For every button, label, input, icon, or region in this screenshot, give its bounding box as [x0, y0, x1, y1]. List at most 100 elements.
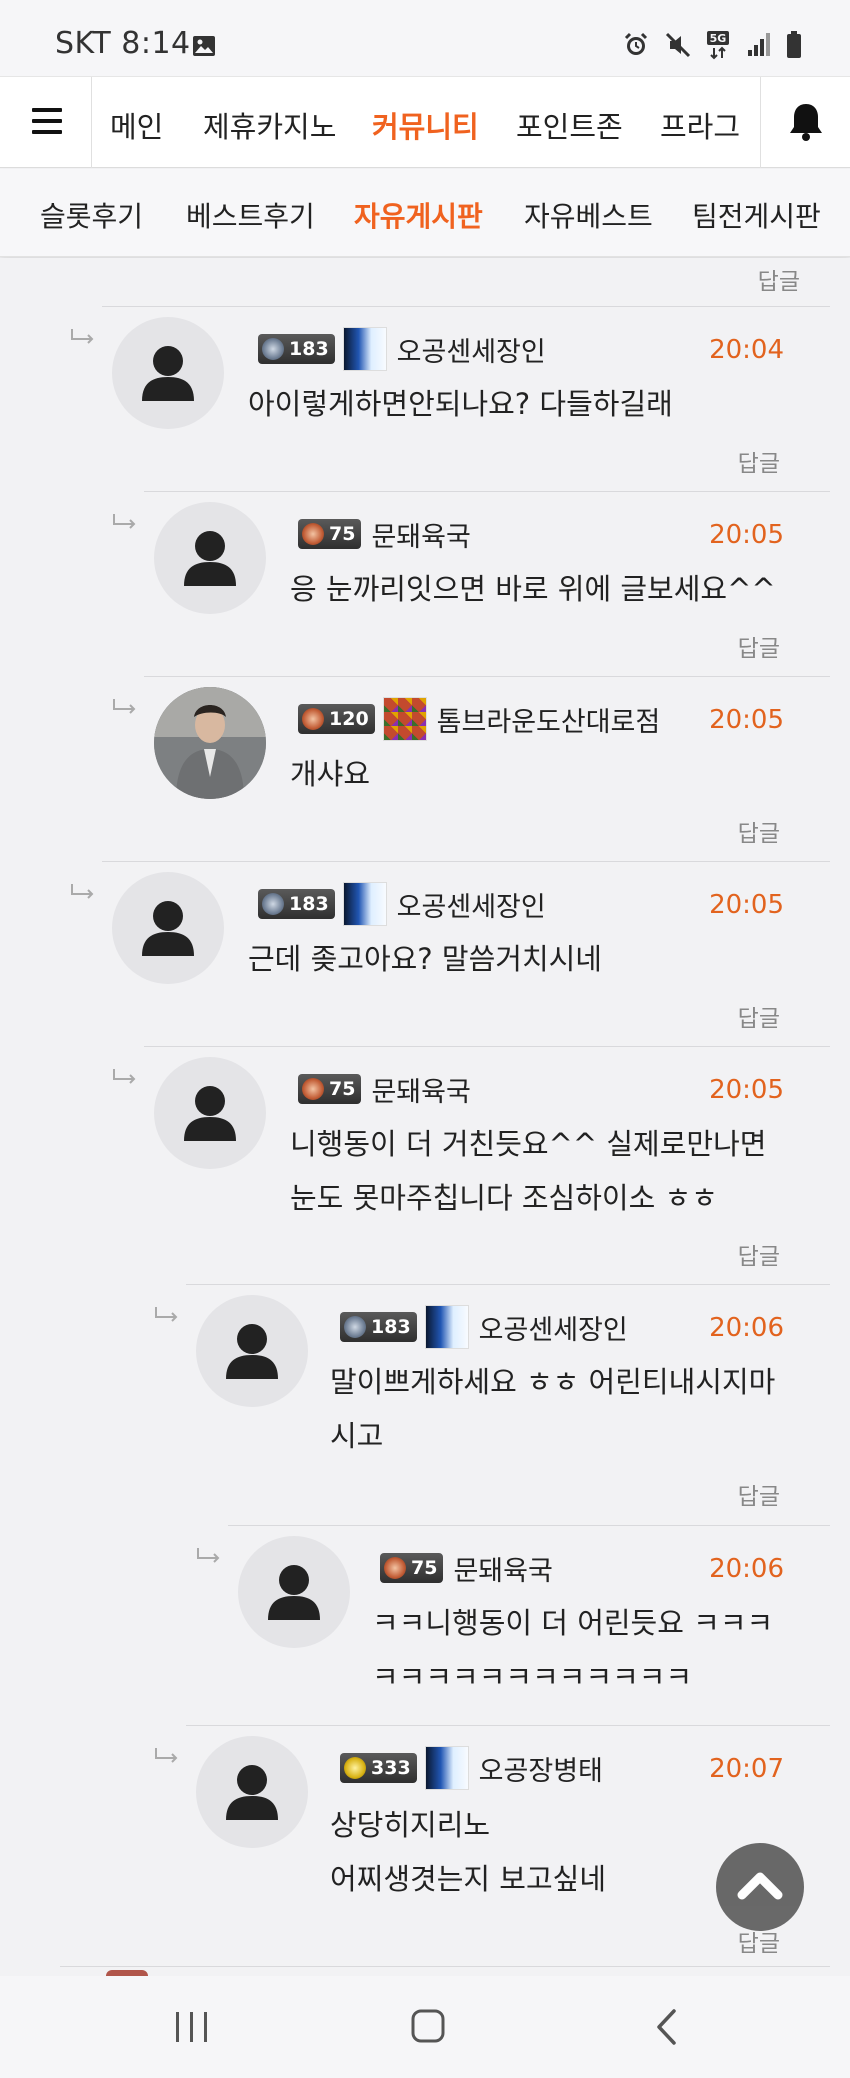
- hamburger-menu-button[interactable]: [0, 77, 92, 168]
- comment-text: 개샤요: [290, 757, 371, 791]
- comment-text: 말이쁘게하세요 ㅎㅎ 어린티내시지마 시고: [330, 1365, 776, 1453]
- rank-icon: [342, 882, 387, 926]
- nav-item-praag[interactable]: 프라그: [660, 104, 740, 146]
- comment-time: 20:05: [709, 1075, 784, 1105]
- comment-header: 183 오공센세장인: [340, 1305, 628, 1349]
- comment-header: 120 톰브라운도산대로점: [298, 697, 661, 741]
- comment-item: 75 문돼육국 20:06 ㅋㅋ니행동이 더 어린듯요 ㅋㅋㅋ ㅋㅋㅋㅋㅋㅋㅋㅋ…: [197, 1525, 830, 1725]
- nickname[interactable]: 톰브라운도산대로점: [437, 700, 661, 739]
- reply-arrow-icon: [113, 514, 136, 529]
- avatar: [238, 1536, 350, 1648]
- level-badge: 183: [258, 889, 335, 919]
- comment-item: 183 오공센세장인 20:06 말이쁘게하세요 ㅎㅎ 어린티내시지마 시고 답…: [155, 1284, 830, 1525]
- nickname[interactable]: 오공센세장인: [479, 1308, 628, 1347]
- reply-button[interactable]: 답글: [738, 1237, 780, 1271]
- avatar: [196, 1295, 308, 1407]
- level-badge: 75: [298, 1074, 362, 1104]
- nickname[interactable]: 문돼육국: [371, 515, 470, 554]
- tab-free-best[interactable]: 자유베스트: [524, 195, 653, 235]
- comment-time: 20:04: [709, 335, 784, 365]
- tab-slot-reviews[interactable]: 슬롯후기: [40, 195, 143, 235]
- notification-button[interactable]: [760, 77, 850, 168]
- nav-item-partner-casino[interactable]: 제휴카지노: [203, 104, 336, 146]
- avatar: [112, 317, 224, 429]
- reply-arrow-icon: [113, 1069, 136, 1084]
- level-emblem-icon: [302, 1078, 324, 1100]
- reply-button[interactable]: 답글: [738, 1477, 780, 1511]
- comment-item: 75 문돼육국 20:05 니행동이 더 거친듯요^^ 실제로만나면 눈도 못마…: [113, 1046, 830, 1284]
- divider: [60, 1966, 830, 1967]
- reply-arrow-icon: [155, 1748, 178, 1763]
- sub-nav: 슬롯후기 베스트후기 자유게시판 자유베스트 팀전게시판: [0, 169, 850, 257]
- reply-arrow-icon: [71, 329, 94, 344]
- level-emblem-icon: [262, 893, 284, 915]
- reply-button[interactable]: 답글: [758, 262, 800, 296]
- level-emblem-icon: [344, 1757, 366, 1779]
- comment-time: 20:05: [709, 520, 784, 550]
- tab-best-reviews[interactable]: 베스트후기: [186, 195, 315, 235]
- main-nav: 메인 제휴카지노 커뮤니티 포인트존 프라그: [0, 76, 850, 168]
- nickname[interactable]: 오공센세장인: [397, 330, 546, 369]
- comment-time: 20:07: [709, 1754, 784, 1784]
- avatar: [154, 502, 266, 614]
- avatar: [112, 872, 224, 984]
- signal-icon: [748, 33, 770, 56]
- rank-icon: [424, 1746, 469, 1790]
- comment-list: 답글 183 오공센세장인 20:04 아이렇게하면안되나요? 다들하길래 답글…: [0, 258, 850, 1976]
- reply-button[interactable]: 답글: [738, 629, 780, 663]
- comment-time: 20:05: [709, 705, 784, 735]
- nickname[interactable]: 문돼육국: [371, 1070, 470, 1109]
- scroll-to-top-button[interactable]: [716, 1843, 804, 1931]
- tab-free-board[interactable]: 자유게시판: [354, 195, 483, 235]
- menu-icon: [32, 108, 62, 112]
- back-button[interactable]: [654, 2008, 680, 2046]
- user-icon: [142, 346, 194, 401]
- nav-item-point-zone[interactable]: 포인트존: [516, 104, 623, 146]
- reply-button[interactable]: 답글: [738, 444, 780, 478]
- mute-icon: [665, 32, 691, 58]
- nav-item-main[interactable]: 메인: [110, 104, 163, 146]
- tab-team-board[interactable]: 팀전게시판: [692, 195, 821, 235]
- rank-icon: [382, 697, 427, 741]
- comment-item: 183 오공센세장인 20:04 아이렇게하면안되나요? 다들하길래 답글: [71, 306, 830, 491]
- battery-icon: [787, 31, 801, 58]
- level-badge: 120: [298, 704, 375, 734]
- home-button[interactable]: [410, 2008, 446, 2044]
- reply-arrow-icon: [113, 699, 136, 714]
- status-bar: SKT 8:14 5G: [0, 0, 850, 76]
- nickname[interactable]: 문돼육국: [453, 1549, 552, 1588]
- recent-apps-button[interactable]: [172, 2010, 212, 2044]
- user-icon: [184, 531, 236, 586]
- reply-button[interactable]: 답글: [738, 999, 780, 1033]
- image-icon: [193, 36, 215, 56]
- nickname[interactable]: 오공센세장인: [397, 885, 546, 924]
- comment-text: 아이렇게하면안되나요? 다들하길래: [248, 387, 673, 421]
- rank-icon: [424, 1305, 469, 1349]
- comment-header: 183 오공센세장인: [258, 327, 546, 371]
- comment-item: 75 문돼육국 20:05 응 눈까리잇으면 바로 위에 글보세요^^ 답글: [113, 491, 830, 676]
- reply-arrow-icon: [197, 1548, 220, 1563]
- reply-arrow-icon: [71, 884, 94, 899]
- comment-header: 75 문돼육국: [298, 1069, 471, 1109]
- nav-item-community[interactable]: 커뮤니티: [372, 104, 479, 146]
- comment-text: 니행동이 더 거친듯요^^ 실제로만나면 눈도 못마주칩니다 조심하이소 ㅎㅎ: [290, 1127, 767, 1215]
- level-badge: 75: [380, 1553, 444, 1583]
- avatar: [154, 1057, 266, 1169]
- comment-header: 75 문돼육국: [298, 514, 471, 554]
- level-emblem-icon: [302, 708, 324, 730]
- level-emblem-icon: [384, 1557, 406, 1579]
- comment-text: ㅋㅋ니행동이 더 어린듯요 ㅋㅋㅋ ㅋㅋㅋㅋㅋㅋㅋㅋㅋㅋㅋㅋ: [372, 1606, 774, 1694]
- user-icon: [184, 1086, 236, 1141]
- level-emblem-icon: [262, 338, 284, 360]
- system-nav-bar: [0, 1976, 850, 2078]
- reply-button[interactable]: 답글: [738, 814, 780, 848]
- level-emblem-icon: [344, 1316, 366, 1338]
- comment-item: 120 톰브라운도산대로점 20:05 개샤요 답글: [113, 676, 830, 861]
- level-badge: 333: [340, 1753, 417, 1783]
- bell-icon: [790, 104, 822, 141]
- alarm-icon: [624, 32, 648, 55]
- nickname[interactable]: 오공장병태: [479, 1749, 603, 1788]
- avatar: [196, 1736, 308, 1848]
- comment-header: 333 오공장병태: [340, 1746, 603, 1790]
- status-icons: 5G: [622, 30, 802, 60]
